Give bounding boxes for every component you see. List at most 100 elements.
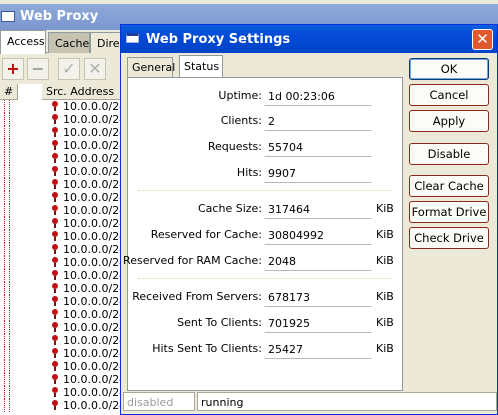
row-src-address: 10.0.0.0/24 [63, 113, 127, 126]
proxy-row-icon [52, 231, 58, 241]
proxy-row-icon [52, 374, 58, 384]
uptime-label: Uptime: [218, 89, 262, 102]
table-row[interactable]: 10.0.0.0/24 [0, 243, 130, 256]
row-chain-marker [4, 256, 10, 269]
table-row[interactable]: 10.0.0.0/24 [0, 139, 130, 152]
table-row[interactable]: 10.0.0.0/24 [0, 126, 130, 139]
cache-size-row: Cache Size: 317464 KiB [128, 199, 402, 219]
table-row[interactable]: 10.0.0.0/24 [0, 386, 130, 399]
ok-button[interactable]: OK [409, 58, 489, 80]
tab-cache[interactable]: Cache [48, 32, 90, 53]
dialog-title: Web Proxy Settings [146, 32, 291, 47]
cache-size-label: Cache Size: [198, 202, 262, 215]
tab-status-label: Status [184, 60, 220, 73]
row-chain-marker [4, 373, 10, 386]
proxy-row-icon [52, 101, 58, 111]
access-rules-table: # Src. Address 10.0.0.0/24 10.0.0.0/24 10.… [0, 84, 130, 415]
enable-icon: ✓ [62, 59, 76, 78]
row-src-address: 10.0.0.0/24 [63, 386, 127, 399]
table-row[interactable]: 10.0.0.0/24 [0, 308, 130, 321]
section-divider [138, 190, 392, 191]
table-row[interactable]: 10.0.0.0/24 [0, 256, 130, 269]
table-row[interactable]: 10.0.0.0/24 [0, 178, 130, 191]
hits-row: Hits: 9907 [128, 163, 402, 183]
cancel-button[interactable]: Cancel [409, 84, 489, 106]
close-icon: ✕ [476, 30, 489, 48]
row-src-address: 10.0.0.0/24 [63, 204, 127, 217]
window-icon [1, 11, 15, 22]
row-chain-marker [4, 100, 10, 113]
table-row[interactable]: 10.0.0.0/24 [0, 100, 130, 113]
table-row[interactable]: 10.0.0.0/24 [0, 360, 130, 373]
row-src-address: 10.0.0.0/24 [63, 373, 127, 386]
reserved-cache-unit: KiB [376, 228, 394, 241]
hits-label: Hits: [236, 166, 262, 179]
reserved-ram-value: 2048 [264, 251, 372, 271]
table-row[interactable]: 10.0.0.0/24 [0, 230, 130, 243]
table-row[interactable]: 10.0.0.0/24 [0, 152, 130, 165]
table-row[interactable]: 10.0.0.0/24 [0, 321, 130, 334]
proxy-row-icon [52, 257, 58, 267]
requests-value: 55704 [264, 137, 372, 157]
row-chain-marker [4, 126, 10, 139]
proxy-row-icon [52, 400, 58, 410]
table-row[interactable]: 10.0.0.0/24 [0, 204, 130, 217]
status-disabled: disabled [123, 392, 195, 411]
check-drive-button[interactable]: Check Drive [409, 227, 489, 249]
apply-button[interactable]: Apply [409, 110, 489, 132]
table-row[interactable]: 10.0.0.0/24 [0, 295, 130, 308]
tab-general-label: General [132, 61, 176, 74]
reserved-ram-row: Reserved for RAM Cache: 2048 KiB [123, 251, 402, 271]
table-row[interactable]: 10.0.0.0/24 [0, 113, 130, 126]
hits-value: 9907 [264, 163, 372, 183]
uptime-value: 1d 00:23:06 [264, 86, 372, 106]
row-chain-marker [4, 282, 10, 295]
table-row[interactable]: 10.0.0.0/24 [0, 373, 130, 386]
enable-button[interactable]: ✓ [58, 58, 80, 80]
disable-toolbar-button[interactable]: ✕ [84, 58, 106, 80]
dialog-title-bar[interactable]: Web Proxy Settings ✕ [121, 25, 497, 53]
close-button[interactable]: ✕ [472, 29, 493, 50]
disable-icon: ✕ [88, 59, 102, 78]
disable-button[interactable]: Disable [409, 143, 489, 165]
table-row[interactable]: 10.0.0.0/24 [0, 217, 130, 230]
proxy-row-icon [52, 309, 58, 319]
remove-button[interactable]: − [27, 58, 49, 80]
row-src-address: 10.0.0.0/24 [63, 256, 127, 269]
row-chain-marker [4, 347, 10, 360]
table-row[interactable]: 10.0.0.0/24 [0, 269, 130, 282]
proxy-row-icon [52, 361, 58, 371]
tab-access[interactable]: Access [0, 30, 46, 54]
row-chain-marker [4, 360, 10, 373]
table-body: 10.0.0.0/24 10.0.0.0/24 10.0.0.0/24 10.0.0.… [0, 100, 130, 412]
column-header-number[interactable]: # [0, 84, 18, 100]
proxy-row-icon [52, 283, 58, 293]
table-row[interactable]: 10.0.0.0/24 [0, 165, 130, 178]
format-drive-button[interactable]: Format Drive [409, 201, 489, 223]
row-src-address: 10.0.0.0/24 [63, 152, 127, 165]
table-row[interactable]: 10.0.0.0/24 [0, 191, 130, 204]
row-chain-marker [4, 178, 10, 191]
proxy-row-icon [52, 296, 58, 306]
row-chain-marker [4, 191, 10, 204]
table-row[interactable]: 10.0.0.0/24 [0, 282, 130, 295]
uptime-row: Uptime: 1d 00:23:06 [128, 86, 402, 106]
section-divider [138, 278, 392, 279]
sent-clients-row: Sent To Clients: 701925 KiB [128, 313, 402, 333]
row-chain-marker [4, 386, 10, 399]
add-button[interactable]: + [2, 58, 24, 80]
row-src-address: 10.0.0.0/24 [63, 282, 127, 295]
tab-general[interactable]: General [127, 57, 176, 77]
tab-status[interactable]: Status [179, 55, 223, 78]
column-header-src-address[interactable]: Src. Address [42, 84, 130, 100]
proxy-row-icon [52, 166, 58, 176]
received-servers-unit: KiB [376, 290, 394, 303]
row-src-address: 10.0.0.0/24 [63, 165, 127, 178]
table-row[interactable]: 10.0.0.0/24 [0, 347, 130, 360]
table-row[interactable]: 10.0.0.0/24 [0, 399, 130, 412]
table-row[interactable]: 10.0.0.0/24 [0, 334, 130, 347]
proxy-row-icon [52, 114, 58, 124]
row-src-address: 10.0.0.0/24 [63, 269, 127, 282]
row-src-address: 10.0.0.0/24 [63, 399, 127, 412]
clear-cache-button[interactable]: Clear Cache [409, 175, 489, 197]
